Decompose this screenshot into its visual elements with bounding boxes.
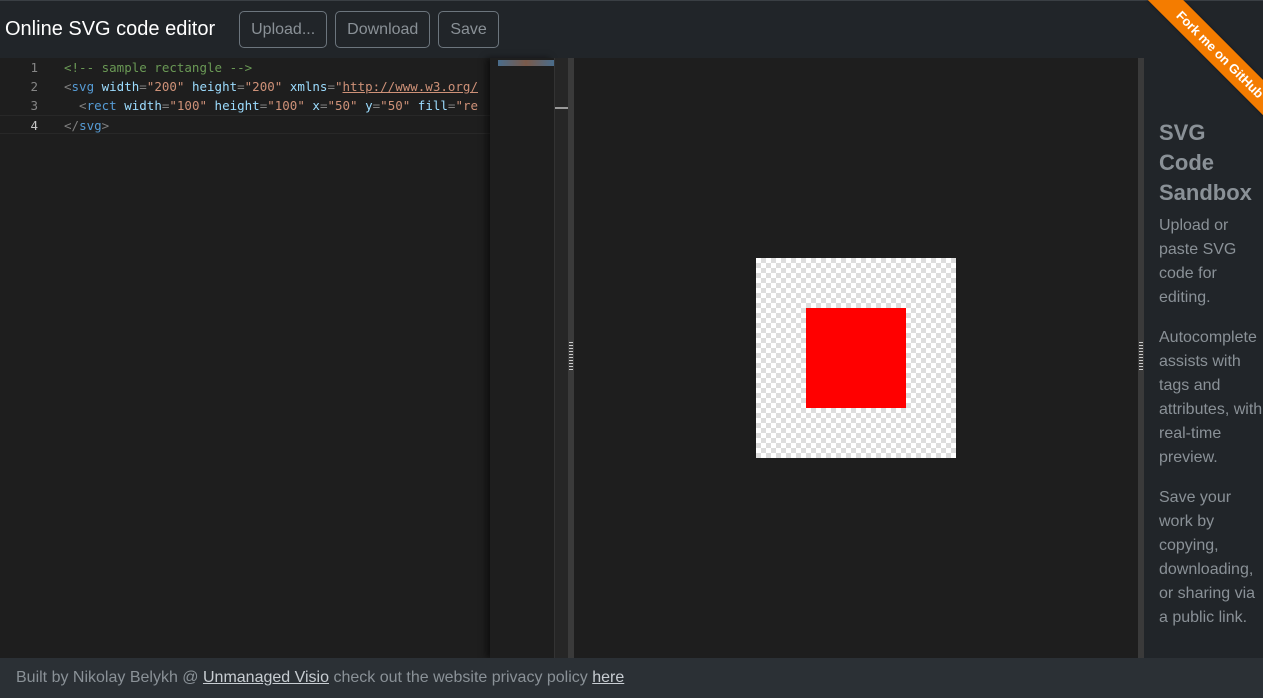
code-token: "50" xyxy=(380,98,411,113)
code-token: width xyxy=(94,79,140,94)
code-token: http://www.w3.org/ xyxy=(342,79,478,94)
preview-rect xyxy=(806,308,906,408)
code-token: > xyxy=(101,118,110,133)
code-token: <!-- sample rectangle --> xyxy=(64,60,253,75)
code-token: < xyxy=(64,98,87,113)
code-token: "re xyxy=(455,98,479,113)
sidebar-paragraph: Autocomplete assists with tags and attri… xyxy=(1159,329,1263,466)
code-token: "100" xyxy=(267,98,305,113)
code-token: width xyxy=(116,98,162,113)
code-text: </svg> xyxy=(38,116,109,133)
code-token: xmlns xyxy=(282,79,328,94)
code-token: "200" xyxy=(146,79,185,94)
line-number: 3 xyxy=(30,98,38,113)
minimap-content xyxy=(498,60,554,66)
code-token: = xyxy=(139,79,147,94)
footer-text: Built by Nikolay Belykh @ xyxy=(16,669,203,686)
drag-handle-icon[interactable] xyxy=(569,342,573,372)
sidebar-paragraph: Save your work by copying, downloading, … xyxy=(1159,489,1256,626)
minimap[interactable] xyxy=(490,58,554,658)
code-token: "200" xyxy=(244,79,283,94)
drag-handle-icon[interactable] xyxy=(1139,342,1143,372)
github-ribbon[interactable]: Fork me on GitHub xyxy=(1128,0,1263,135)
line-number: 1 xyxy=(30,60,38,75)
code-token: < xyxy=(64,79,72,94)
code-token: </ xyxy=(64,118,80,133)
line-number: 2 xyxy=(30,79,38,94)
code-token: x xyxy=(304,98,320,113)
preview-canvas xyxy=(756,258,956,458)
code-token: "100" xyxy=(169,98,208,113)
code-text: <rect width="100" height="100" x="50" y=… xyxy=(38,96,478,115)
sidebar-paragraph: Upload or paste SVG code for editing. xyxy=(1159,217,1237,306)
editor-scrollbar[interactable] xyxy=(554,58,569,658)
code-token: = xyxy=(327,79,335,94)
code-token: fill xyxy=(410,98,448,113)
privacy-policy-link[interactable]: here xyxy=(592,669,624,686)
code-token: svg xyxy=(79,118,102,133)
top-bar: Online SVG code editor Upload... Downloa… xyxy=(0,0,1263,58)
code-token: rect xyxy=(86,98,117,113)
code-token: svg xyxy=(71,79,95,94)
code-token: height xyxy=(207,98,260,113)
download-button[interactable]: Download xyxy=(335,11,431,48)
save-button[interactable]: Save xyxy=(438,11,499,48)
github-ribbon-label[interactable]: Fork me on GitHub xyxy=(1143,0,1263,131)
upload-button[interactable]: Upload... xyxy=(239,11,328,48)
code-token: = xyxy=(237,79,245,94)
code-text: <!-- sample rectangle --> xyxy=(38,58,252,77)
info-sidebar: SVG Code Sandbox Upload or paste SVG cod… xyxy=(1144,58,1263,658)
code-editor[interactable]: 1 <!-- sample rectangle --> 2 <svg width="2… xyxy=(0,58,490,658)
line-number: 4 xyxy=(30,118,38,133)
app-title: Online SVG code editor xyxy=(5,18,216,40)
scrollbar-thumb[interactable] xyxy=(555,107,569,109)
preview-svg xyxy=(806,308,906,408)
code-text: <svg width="200" height="200" xmlns="htt… xyxy=(38,77,478,96)
code-token: "50" xyxy=(327,98,358,113)
code-line[interactable]: 1 <!-- sample rectangle --> xyxy=(0,58,490,77)
footer-text: check out the website privacy policy xyxy=(329,669,593,686)
code-line[interactable]: 3 <rect width="100" height="100" x="50" … xyxy=(0,96,490,115)
svg-preview xyxy=(574,58,1138,658)
code-line[interactable]: 4 </svg> xyxy=(0,115,490,134)
footer: Built by Nikolay Belykh @ Unmanaged Visi… xyxy=(0,658,1263,698)
code-token: height xyxy=(184,79,238,94)
unmanaged-visio-link[interactable]: Unmanaged Visio xyxy=(203,669,329,686)
code-line[interactable]: 2 <svg width="200" height="200" xmlns="ht… xyxy=(0,77,490,96)
code-token: " xyxy=(334,79,343,94)
code-token: y xyxy=(357,98,373,113)
